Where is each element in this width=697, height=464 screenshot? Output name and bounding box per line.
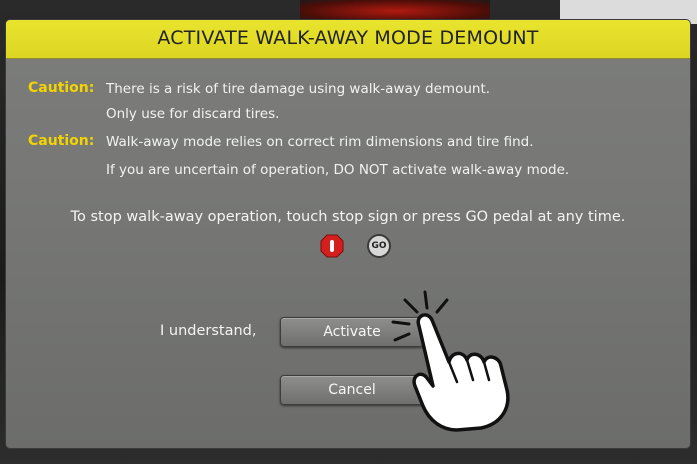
pointing-hand-icon bbox=[391, 290, 510, 432]
caution-1-line-2: Only use for discard tires. bbox=[106, 106, 280, 122]
understand-label: I understand, bbox=[160, 323, 257, 339]
caution-2-line-2: If you are uncertain of operation, DO NO… bbox=[106, 162, 570, 178]
background-red-graphic bbox=[300, 0, 490, 22]
caution-1-line-1: There is a risk of tire damage using wal… bbox=[106, 81, 491, 97]
stop-instructions: To stop walk-away operation, touch stop … bbox=[70, 209, 626, 225]
walk-away-dialog: ACTIVATE WALK-AWAY MODE DEMOUNT Caution:… bbox=[6, 20, 690, 448]
caution-2-line-1: Walk-away mode relies on correct rim dim… bbox=[106, 134, 534, 150]
dialog-title: ACTIVATE WALK-AWAY MODE DEMOUNT bbox=[157, 27, 539, 49]
caution-label-2: Caution: bbox=[28, 133, 95, 149]
go-pedal-icon[interactable]: GO bbox=[367, 234, 391, 258]
caution-label-1: Caution: bbox=[28, 80, 95, 96]
dialog-title-bar: ACTIVATE WALK-AWAY MODE DEMOUNT bbox=[6, 20, 690, 59]
stop-sign-icon[interactable] bbox=[320, 234, 344, 258]
